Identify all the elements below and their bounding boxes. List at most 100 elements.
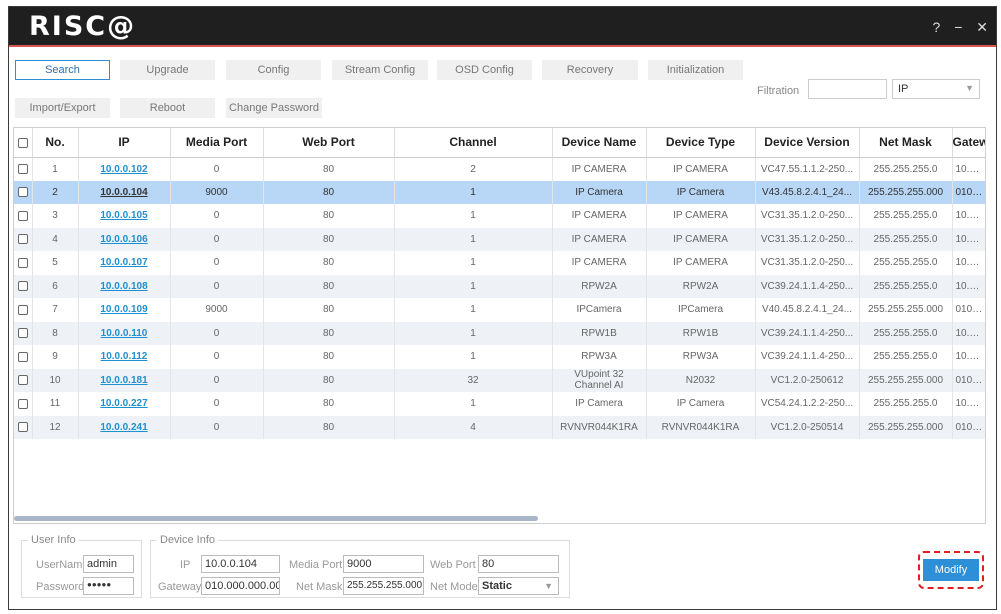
col-media-port[interactable]: Media Port [170, 128, 264, 158]
row-checkbox[interactable] [14, 345, 33, 369]
table-row[interactable]: 12 10.0.0.241 0 80 4 RVNVR044K1RA RVNVR044K1RA… [14, 415, 985, 439]
cell-gateway: 10.0.0.1 [952, 251, 985, 275]
row-checkbox[interactable] [14, 157, 33, 181]
table-row[interactable]: 5 10.0.0.107 0 80 1 IP CAMERA IP CAMERA VC31.35… [14, 251, 985, 275]
config-button[interactable]: Config [226, 60, 321, 80]
table-row[interactable]: 3 10.0.0.105 0 80 1 IP CAMERA IP CAMERA VC31.35… [14, 204, 985, 228]
net-mask-field[interactable]: 255.255.255.000 [343, 577, 424, 595]
cell-ip[interactable]: 10.0.0.105 [78, 204, 171, 228]
change-password-button[interactable]: Change Password [226, 98, 322, 118]
cell-gateway: 010.000.000.001 [952, 298, 985, 322]
cell-ip[interactable]: 10.0.0.241 [78, 415, 171, 439]
cell-ip[interactable]: 10.0.0.110 [78, 321, 171, 345]
help-icon[interactable]: ? [933, 19, 941, 35]
col-gateway[interactable]: Gateway [952, 128, 985, 158]
cell-channel: 2 [394, 157, 553, 181]
table-row[interactable]: 1 10.0.0.102 0 80 2 IP CAMERA IP CAMERA VC47.55… [14, 157, 985, 181]
cell-media-port: 0 [170, 227, 264, 251]
stream-config-button[interactable]: Stream Config [332, 60, 428, 80]
table-row[interactable]: 11 10.0.0.227 0 80 1 IP Camera IP Camera VC54.2… [14, 392, 985, 416]
table-row[interactable]: 8 10.0.0.110 0 80 1 RPW1B RPW1B VC39.24.1.1.4-2… [14, 321, 985, 345]
horizontal-scrollbar[interactable] [14, 516, 538, 521]
table-row[interactable]: 2 10.0.0.104 9000 80 1 IP Camera IP Camera V43.… [14, 180, 985, 204]
username-field[interactable]: admin [83, 555, 134, 573]
row-checkbox[interactable] [14, 204, 33, 228]
chevron-down-icon: ▼ [544, 581, 553, 591]
gateway-field[interactable]: 010.000.000.001 [201, 577, 280, 595]
row-checkbox[interactable] [14, 298, 33, 322]
row-checkbox[interactable] [14, 251, 33, 275]
cell-ip[interactable]: 10.0.0.112 [78, 345, 171, 369]
cell-device-version: VC31.35.1.2.0-250... [755, 227, 860, 251]
cell-device-name: IPCamera [552, 298, 647, 322]
initialization-button[interactable]: Initialization [648, 60, 743, 80]
cell-no: 5 [32, 251, 79, 275]
cell-ip[interactable]: 10.0.0.181 [78, 368, 171, 392]
password-field[interactable]: ●●●●● [83, 577, 134, 595]
reboot-button[interactable]: Reboot [120, 98, 215, 118]
col-ip[interactable]: IP [78, 128, 171, 158]
row-checkbox[interactable] [14, 368, 33, 392]
minimize-icon[interactable]: − [954, 19, 962, 35]
checkbox-icon [17, 398, 28, 409]
row-checkbox[interactable] [14, 321, 33, 345]
cell-net-mask: 255.255.255.0 [859, 251, 953, 275]
cell-channel: 4 [394, 415, 553, 439]
search-button[interactable]: Search [15, 60, 110, 80]
web-port-label: Web Port [430, 559, 476, 571]
cell-ip[interactable]: 10.0.0.102 [78, 157, 171, 181]
upgrade-button[interactable]: Upgrade [120, 60, 215, 80]
cell-ip[interactable]: 10.0.0.106 [78, 227, 171, 251]
media-port-field[interactable]: 9000 [343, 555, 424, 573]
cell-channel: 1 [394, 345, 553, 369]
row-checkbox[interactable] [14, 274, 33, 298]
web-port-field[interactable]: 80 [478, 555, 559, 573]
col-net-mask[interactable]: Net Mask [859, 128, 953, 158]
col-device-name[interactable]: Device Name [552, 128, 647, 158]
select-all-checkbox[interactable] [14, 128, 33, 158]
row-checkbox[interactable] [14, 227, 33, 251]
cell-ip[interactable]: 10.0.0.107 [78, 251, 171, 275]
col-web-port[interactable]: Web Port [263, 128, 395, 158]
cell-media-port: 0 [170, 274, 264, 298]
table-row[interactable]: 4 10.0.0.106 0 80 1 IP CAMERA IP CAMERA VC31.35… [14, 227, 985, 251]
table-row[interactable]: 6 10.0.0.108 0 80 1 RPW2A RPW2A VC39.24.1.1.4-2… [14, 274, 985, 298]
cell-device-type: IP CAMERA [646, 157, 756, 181]
net-mode-select[interactable]: Static ▼ [478, 577, 559, 595]
osd-config-button[interactable]: OSD Config [437, 60, 532, 80]
cell-ip[interactable]: 10.0.0.109 [78, 298, 171, 322]
cell-ip[interactable]: 10.0.0.104 [78, 180, 171, 204]
cell-channel: 1 [394, 392, 553, 416]
cell-gateway: 10.0.0.1 [952, 204, 985, 228]
ip-field[interactable]: 10.0.0.104 [201, 555, 280, 573]
net-mode-label: Net Mode [430, 581, 478, 593]
checkbox-icon [17, 163, 28, 174]
filtration-input[interactable] [808, 79, 887, 99]
cell-no: 9 [32, 345, 79, 369]
table-row[interactable]: 9 10.0.0.112 0 80 1 RPW3A RPW3A VC39.24.1.1.4-2… [14, 345, 985, 369]
cell-ip[interactable]: 10.0.0.108 [78, 274, 171, 298]
cell-channel: 1 [394, 274, 553, 298]
net-mode-value: Static [482, 580, 512, 592]
cell-gateway: 010.000.000.001 [952, 368, 985, 392]
filtration-select[interactable]: IP ▼ [892, 79, 980, 99]
checkbox-icon [17, 257, 28, 268]
table-row[interactable]: 7 10.0.0.109 9000 80 1 IPCamera IPCamera V40.45… [14, 298, 985, 322]
checkbox-icon [17, 351, 28, 362]
close-icon[interactable]: ✕ [976, 19, 988, 35]
cell-gateway: 010.000.000.001 [952, 180, 985, 204]
col-device-type[interactable]: Device Type [646, 128, 756, 158]
table-row[interactable]: 10 10.0.0.181 0 80 32 VUpoint 32 Channel AI N2… [14, 368, 985, 392]
col-device-version[interactable]: Device Version [755, 128, 860, 158]
col-channel[interactable]: Channel [394, 128, 553, 158]
cell-ip[interactable]: 10.0.0.227 [78, 392, 171, 416]
title-bar: RISC@ ? − ✕ [9, 7, 996, 47]
row-checkbox[interactable] [14, 392, 33, 416]
row-checkbox[interactable] [14, 415, 33, 439]
row-checkbox[interactable] [14, 180, 33, 204]
cell-net-mask: 255.255.255.0 [859, 204, 953, 228]
recovery-button[interactable]: Recovery [542, 60, 638, 80]
col-no[interactable]: No. [32, 128, 79, 158]
modify-button[interactable]: Modify [923, 559, 979, 581]
import-export-button[interactable]: Import/Export [15, 98, 110, 118]
